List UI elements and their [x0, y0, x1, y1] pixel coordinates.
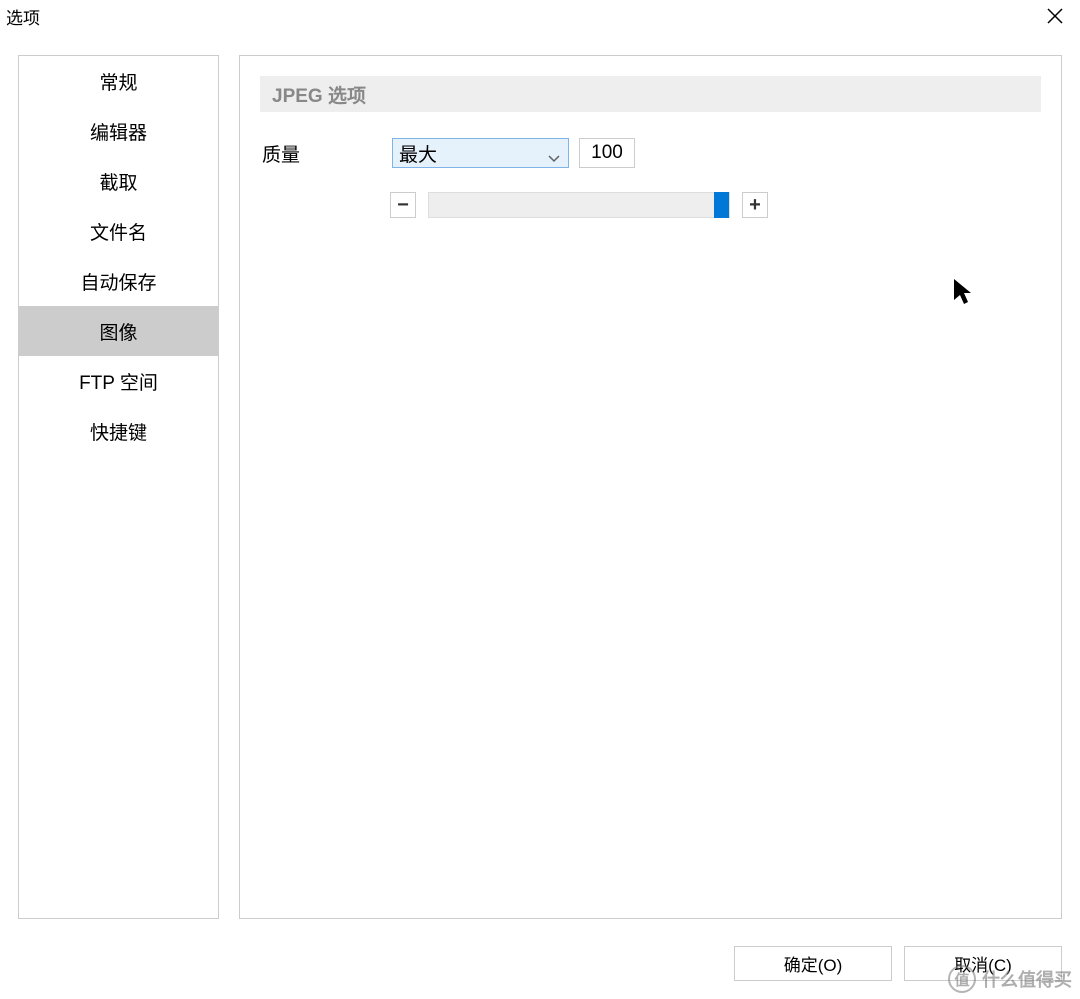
slider-row: − +	[260, 192, 1041, 218]
sidebar: 常规 编辑器 截取 文件名 自动保存 图像 FTP 空间 快捷键	[18, 55, 219, 919]
watermark-badge-icon: 值	[948, 965, 976, 993]
quality-label: 质量	[262, 140, 392, 167]
ok-button-label: 确定(O)	[784, 951, 843, 976]
sidebar-item-label: 自动保存	[80, 268, 156, 295]
quality-slider[interactable]	[428, 192, 730, 218]
sidebar-item-label: 编辑器	[90, 118, 147, 145]
minus-icon: −	[397, 194, 409, 217]
sidebar-item-label: 截取	[99, 168, 137, 195]
content-panel: JPEG 选项 质量 最大 − +	[239, 55, 1062, 919]
section-header: JPEG 选项	[260, 76, 1041, 112]
chevron-down-icon	[548, 147, 560, 159]
quality-value-input[interactable]	[579, 138, 635, 168]
dialog-body: 常规 编辑器 截取 文件名 自动保存 图像 FTP 空间 快捷键 JPEG 选项…	[0, 33, 1080, 919]
sidebar-item-label: 文件名	[90, 218, 147, 245]
sidebar-item-general[interactable]: 常规	[19, 56, 218, 106]
quality-select[interactable]: 最大	[392, 138, 569, 168]
window-title: 选项	[6, 4, 40, 29]
sidebar-item-capture[interactable]: 截取	[19, 156, 218, 206]
section-title: JPEG 选项	[272, 81, 366, 108]
quality-row: 质量 最大	[260, 138, 1041, 168]
watermark-text: 什么值得买	[982, 966, 1072, 992]
sidebar-item-label: 常规	[99, 68, 137, 95]
sidebar-item-filename[interactable]: 文件名	[19, 206, 218, 256]
sidebar-item-label: 快捷键	[90, 418, 147, 445]
sidebar-item-autosave[interactable]: 自动保存	[19, 256, 218, 306]
plus-button[interactable]: +	[742, 192, 768, 218]
sidebar-item-editor[interactable]: 编辑器	[19, 106, 218, 156]
ok-button[interactable]: 确定(O)	[734, 946, 892, 981]
sidebar-item-image[interactable]: 图像	[19, 306, 218, 356]
close-button[interactable]	[1030, 0, 1080, 33]
titlebar: 选项	[0, 0, 1080, 33]
minus-button[interactable]: −	[390, 192, 416, 218]
sidebar-item-ftp[interactable]: FTP 空间	[19, 356, 218, 406]
sidebar-item-label: FTP 空间	[79, 368, 158, 395]
close-icon	[1046, 7, 1064, 25]
slider-thumb[interactable]	[714, 192, 729, 218]
sidebar-item-hotkeys[interactable]: 快捷键	[19, 406, 218, 456]
quality-select-value: 最大	[399, 140, 437, 167]
sidebar-item-label: 图像	[99, 318, 137, 345]
watermark: 值 什么值得买	[940, 959, 1080, 999]
plus-icon: +	[749, 194, 761, 217]
